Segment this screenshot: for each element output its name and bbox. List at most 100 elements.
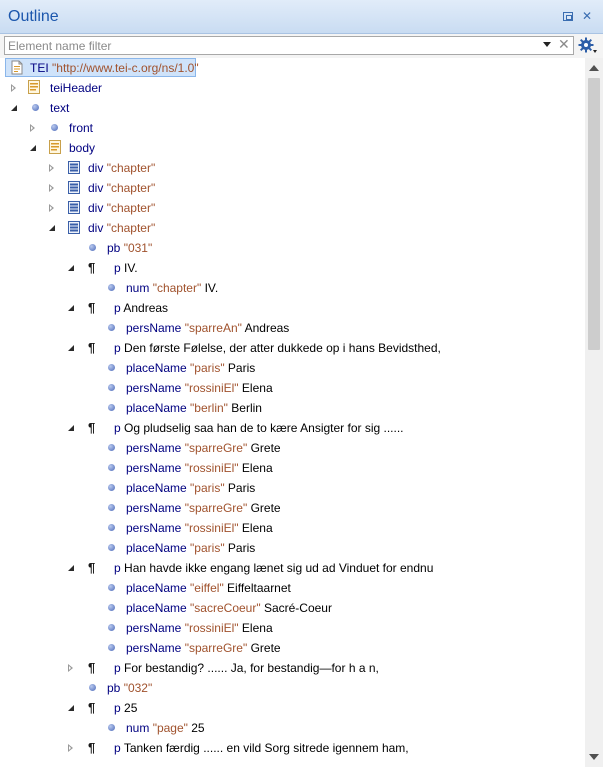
text-preview: Sacré-Coeur	[263, 601, 332, 615]
expanded-arrow-icon[interactable]	[11, 105, 17, 111]
tree-row[interactable]: placeName "paris" Paris	[0, 538, 585, 558]
tree-row[interactable]: div "chapter"	[0, 218, 585, 238]
vertical-scrollbar[interactable]	[585, 58, 603, 767]
tree-row[interactable]: placeName "sacreCoeur" Sacré-Coeur	[0, 598, 585, 618]
element-dot-icon	[108, 724, 115, 731]
tree-row[interactable]: num "chapter" IV.	[0, 278, 585, 298]
clear-filter-icon[interactable]: ✕	[558, 36, 570, 53]
text-preview: Grete	[250, 441, 281, 455]
restore-button[interactable]	[561, 9, 575, 23]
tree-row[interactable]: persName "sparreGre" Grete	[0, 498, 585, 518]
tree-row-label: p For bestandig? ...... Ja, for bestandi…	[114, 661, 379, 675]
collapsed-arrow-icon[interactable]	[68, 664, 73, 672]
text-preview: IV.	[204, 281, 219, 295]
tree-row[interactable]: text	[0, 98, 585, 118]
gear-icon[interactable]	[578, 37, 598, 55]
tree-row[interactable]: placeName "berlin" Berlin	[0, 398, 585, 418]
tree-row[interactable]: persName "sparreGre" Grete	[0, 638, 585, 658]
tree-row-label: p Og pludselig saa han de to kære Ansigt…	[114, 421, 404, 435]
element-name: p	[114, 701, 121, 715]
tree-row[interactable]: body	[0, 138, 585, 158]
attribute-value: "paris"	[190, 361, 225, 375]
tree-row[interactable]: persName "rossiniEl" Elena	[0, 618, 585, 638]
scrollbar-thumb[interactable]	[588, 78, 600, 350]
expanded-arrow-icon[interactable]	[68, 345, 74, 351]
tree-row[interactable]: div "chapter"	[0, 158, 585, 178]
tree-row[interactable]: front	[0, 118, 585, 138]
attribute-value: "rossiniEl"	[184, 461, 239, 475]
tree-row[interactable]: ¶ p For bestandig? ...... Ja, for bestand…	[0, 658, 585, 678]
collapsed-arrow-icon[interactable]	[30, 124, 35, 132]
tree-row[interactable]: placeName "paris" Paris	[0, 478, 585, 498]
expanded-arrow-icon[interactable]	[30, 145, 36, 151]
element-name: placeName	[126, 481, 187, 495]
attribute-value: "rossiniEl"	[184, 621, 239, 635]
collapsed-arrow-icon[interactable]	[68, 744, 73, 752]
tree-row-label: p Den første Følelse, der atter dukkede …	[114, 341, 441, 355]
tree-row-label: text	[50, 101, 69, 115]
tree-row[interactable]: persName "sparreAn" Andreas	[0, 318, 585, 338]
scroll-down-icon[interactable]	[589, 754, 599, 760]
collapsed-arrow-icon[interactable]	[49, 184, 54, 192]
expanded-arrow-icon[interactable]	[68, 265, 74, 271]
tree-row[interactable]: placeName "paris" Paris	[0, 358, 585, 378]
element-name: persName	[126, 621, 182, 635]
collapsed-arrow-icon[interactable]	[49, 204, 54, 212]
tree-row[interactable]: ¶ p Den første Følelse, der atter dukkede…	[0, 338, 585, 358]
expanded-arrow-icon[interactable]	[68, 425, 74, 431]
tree-row[interactable]: ¶ p IV.	[0, 258, 585, 278]
tree-row[interactable]: TEI "http://www.tei-c.org/ns/1.0"	[0, 58, 585, 78]
element-dot-icon	[51, 124, 58, 131]
tree-row[interactable]: num "page" 25	[0, 718, 585, 738]
pilcrow-icon: ¶	[88, 340, 96, 355]
tree-row[interactable]: ¶ p Andreas	[0, 298, 585, 318]
element-dot-icon	[108, 584, 115, 591]
collapsed-arrow-icon[interactable]	[49, 164, 54, 172]
scroll-up-icon[interactable]	[589, 65, 599, 71]
outline-tree[interactable]: TEI "http://www.tei-c.org/ns/1.0" teiHead…	[0, 58, 585, 767]
tree-row-label: placeName "paris" Paris	[126, 361, 255, 375]
tree-row[interactable]: pb "032"	[0, 678, 585, 698]
tree-row[interactable]: persName "rossiniEl" Elena	[0, 458, 585, 478]
tree-row[interactable]: ¶ p Han havde ikke engang lænet sig ud ad…	[0, 558, 585, 578]
element-dot-icon	[108, 324, 115, 331]
expanded-arrow-icon[interactable]	[68, 565, 74, 571]
text-preview: Elena	[241, 461, 273, 475]
text-preview: Og pludselig saa han de to kære Ansigter…	[124, 421, 404, 435]
tree-row[interactable]: placeName "eiffel" Eiffeltaarnet	[0, 578, 585, 598]
tree-row[interactable]: persName "sparreGre" Grete	[0, 438, 585, 458]
text-preview: IV.	[124, 261, 138, 275]
attribute-value: "eiffel"	[190, 581, 224, 595]
element-dot-icon	[89, 244, 96, 251]
tree-row-label: div "chapter"	[88, 201, 155, 215]
tree-row[interactable]: div "chapter"	[0, 178, 585, 198]
tree-row[interactable]: div "chapter"	[0, 198, 585, 218]
collapsed-arrow-icon[interactable]	[11, 84, 16, 92]
tree-row-label: persName "rossiniEl" Elena	[126, 461, 273, 475]
tree-row-label: persName "sparreGre" Grete	[126, 441, 281, 455]
expanded-arrow-icon[interactable]	[68, 305, 74, 311]
attribute-value: "chapter"	[106, 201, 156, 215]
tree-row[interactable]: persName "rossiniEl" Elena	[0, 518, 585, 538]
panel-title: Outline	[8, 8, 59, 25]
expanded-arrow-icon[interactable]	[49, 225, 55, 231]
tree-row[interactable]: ¶ p 25	[0, 698, 585, 718]
element-name: p	[114, 421, 121, 435]
element-name: p	[114, 261, 121, 275]
tree-row[interactable]: teiHeader	[0, 78, 585, 98]
tree-row[interactable]: ¶ p Og pludselig saa han de to kære Ansig…	[0, 418, 585, 438]
pilcrow-icon: ¶	[88, 300, 96, 315]
attribute-value: "chapter"	[106, 181, 156, 195]
tree-row-label: TEI "http://www.tei-c.org/ns/1.0"	[30, 61, 199, 75]
text-preview: Eiffeltaarnet	[227, 581, 291, 595]
expanded-arrow-icon[interactable]	[68, 705, 74, 711]
tree-row[interactable]: pb "031"	[0, 238, 585, 258]
element-name: persName	[126, 441, 182, 455]
filter-dropdown-icon[interactable]	[543, 42, 551, 47]
text-preview: Grete	[250, 501, 281, 515]
tree-row[interactable]: persName "rossiniEl" Elena	[0, 378, 585, 398]
close-button[interactable]: ✕	[580, 9, 594, 23]
element-name-filter-input[interactable]	[8, 38, 528, 53]
tree-row[interactable]: ¶ p Tanken færdig ...... en vild Sorg sit…	[0, 738, 585, 758]
element-dot-icon	[108, 404, 115, 411]
